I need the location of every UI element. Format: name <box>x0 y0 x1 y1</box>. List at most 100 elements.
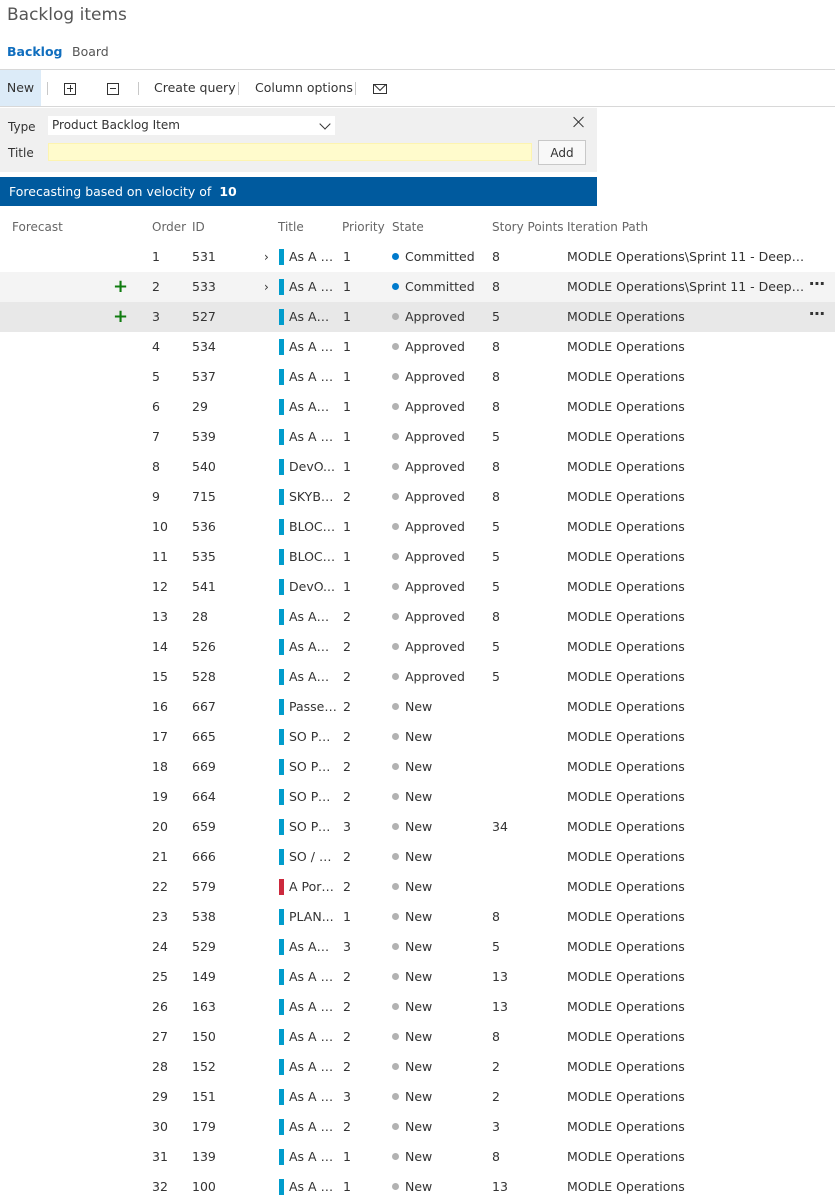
table-row[interactable]: 7 539 As A P... 1 Approved 5 MODLE Operations <box>0 422 835 452</box>
table-row[interactable]: 19 664 SO Po... 2 New MODLE Operations <box>0 782 835 812</box>
new-button[interactable]: New <box>0 70 41 106</box>
iteration-path-cell: MODLE Operations <box>567 849 685 864</box>
title-link[interactable]: As A P... <box>289 1112 337 1142</box>
create-query-button[interactable]: Create query <box>154 70 236 106</box>
story-points-cell: 8 <box>492 909 500 924</box>
title-link[interactable]: As A P... <box>289 1052 337 1082</box>
table-row[interactable]: 31 139 As A S... 1 New 8 MODLE Operations <box>0 1142 835 1172</box>
title-link[interactable]: As A P... <box>289 422 337 452</box>
table-row[interactable]: 24 529 As An ... 3 New 5 MODLE Operations <box>0 932 835 962</box>
table-row[interactable]: 6 29 As An ... 1 Approved 8 MODLE Operations <box>0 392 835 422</box>
table-row[interactable]: 16 667 Passen... 2 New MODLE Operations <box>0 692 835 722</box>
title-link[interactable]: DevO... <box>289 452 337 482</box>
state-dot-icon <box>392 703 399 710</box>
title-link[interactable]: As An ... <box>289 392 337 422</box>
email-button[interactable] <box>373 70 387 106</box>
table-row[interactable]: +3 527 As An ... 1 Approved 5 MODLE Operations… <box>0 302 835 332</box>
table-row[interactable]: 12 541 DevO... 1 Approved 5 MODLE Operations <box>0 572 835 602</box>
table-row[interactable]: 15 528 As An ... 2 Approved 5 MODLE Operations <box>0 662 835 692</box>
title-link[interactable]: As A S... <box>289 1172 337 1200</box>
title-link[interactable]: As An ... <box>289 632 337 662</box>
column-header-priority[interactable]: Priority <box>342 220 385 234</box>
chevron-right-icon[interactable]: › <box>264 272 269 302</box>
table-row[interactable]: 11 535 BLOCK... 1 Approved 5 MODLE Operations <box>0 542 835 572</box>
column-header-order[interactable]: Order <box>152 220 186 234</box>
title-link[interactable]: As A S... <box>289 332 337 362</box>
title-link[interactable]: SO Po... <box>289 812 337 842</box>
table-row[interactable]: 22 579 A Port... 2 New MODLE Operations <box>0 872 835 902</box>
add-button[interactable]: Add <box>538 140 586 165</box>
title-link[interactable]: As A P... <box>289 1022 337 1052</box>
column-header-title[interactable]: Title <box>278 220 304 234</box>
more-actions-icon[interactable]: ⋯ <box>809 299 825 329</box>
title-link[interactable]: As An ... <box>289 662 337 692</box>
type-dropdown[interactable]: Product Backlog Item <box>48 116 335 135</box>
table-row[interactable]: 28 152 As A P... 2 New 2 MODLE Operations <box>0 1052 835 1082</box>
column-header-state[interactable]: State <box>392 220 424 234</box>
title-link[interactable]: As A P... <box>289 962 337 992</box>
column-header-iteration-path[interactable]: Iteration Path <box>567 220 648 234</box>
priority-cell: 2 <box>343 879 351 894</box>
title-link[interactable]: As A P... <box>289 992 337 1022</box>
table-row[interactable]: 13 28 As An ... 2 Approved 8 MODLE Operations <box>0 602 835 632</box>
title-link[interactable]: As A S... <box>289 362 337 392</box>
table-row[interactable]: 9 715 SKYBU... 2 Approved 8 MODLE Operations <box>0 482 835 512</box>
title-link[interactable]: DevO... <box>289 572 337 602</box>
chevron-right-icon[interactable]: › <box>264 242 269 272</box>
title-link[interactable]: SO Po... <box>289 722 337 752</box>
table-row[interactable]: 17 665 SO Po... 2 New MODLE Operations <box>0 722 835 752</box>
order-cell: 17 <box>152 729 168 744</box>
table-row[interactable]: 8 540 DevO... 1 Approved 8 MODLE Operations <box>0 452 835 482</box>
column-options-button[interactable]: Column options <box>255 70 353 106</box>
column-header-story-points[interactable]: Story Points <box>492 220 564 234</box>
tab-board[interactable]: Board <box>72 44 109 59</box>
table-row[interactable]: 27 150 As A P... 2 New 8 MODLE Operations <box>0 1022 835 1052</box>
title-link[interactable]: SO Po... <box>289 752 337 782</box>
table-row[interactable]: 1 531 › As A S... 1 Committed 8 MODLE Operation… <box>0 242 835 272</box>
table-row[interactable]: 25 149 As A P... 2 New 13 MODLE Operations <box>0 962 835 992</box>
title-link[interactable]: SKYBU... <box>289 482 337 512</box>
state-cell: Committed <box>392 242 475 272</box>
title-link[interactable]: As A P... <box>289 1082 337 1112</box>
title-link[interactable]: As An ... <box>289 302 337 332</box>
table-row[interactable]: 26 163 As A P... 2 New 13 MODLE Operations <box>0 992 835 1022</box>
title-input[interactable] <box>48 143 532 161</box>
title-link[interactable]: As An ... <box>289 932 337 962</box>
title-link[interactable]: BLOCK... <box>289 542 337 572</box>
table-row[interactable]: 14 526 As An ... 2 Approved 5 MODLE Operations <box>0 632 835 662</box>
more-actions-icon[interactable]: ⋯ <box>809 269 825 299</box>
state-cell: New <box>392 962 432 992</box>
title-link[interactable]: As A S... <box>289 1142 337 1172</box>
table-row[interactable]: 10 536 BLOCK... 1 Approved 5 MODLE Operations <box>0 512 835 542</box>
title-link[interactable]: As A S... <box>289 272 337 302</box>
table-row[interactable]: 18 669 SO Po... 2 New MODLE Operations <box>0 752 835 782</box>
title-link[interactable]: A Port... <box>289 872 337 902</box>
column-header-forecast[interactable]: Forecast <box>12 220 63 234</box>
state-cell: New <box>392 1112 432 1142</box>
table-row[interactable]: +2 533 › As A S... 1 Committed 8 MODLE Operatio… <box>0 272 835 302</box>
table-row[interactable]: 30 179 As A P... 2 New 3 MODLE Operations <box>0 1112 835 1142</box>
add-child-plus-icon[interactable]: + <box>113 272 128 302</box>
title-link[interactable]: As A S... <box>289 242 337 272</box>
table-row[interactable]: 21 666 SO / E... 2 New MODLE Operations <box>0 842 835 872</box>
state-dot-icon <box>392 643 399 650</box>
add-child-plus-icon[interactable]: + <box>113 302 128 332</box>
table-row[interactable]: 20 659 SO Po... 3 New 34 MODLE Operations <box>0 812 835 842</box>
tab-backlog[interactable]: Backlog <box>7 44 63 59</box>
expand-all-button[interactable] <box>64 70 76 106</box>
table-row[interactable]: 4 534 As A S... 1 Approved 8 MODLE Operations <box>0 332 835 362</box>
table-row[interactable]: 29 151 As A P... 3 New 2 MODLE Operations <box>0 1082 835 1112</box>
table-row[interactable]: 32 100 As A S... 1 New 13 MODLE Operations <box>0 1172 835 1200</box>
title-link[interactable]: SO / E... <box>289 842 337 872</box>
title-link[interactable]: SO Po... <box>289 782 337 812</box>
table-row[interactable]: 23 538 PLAN... 1 New 8 MODLE Operations <box>0 902 835 932</box>
state-dot-icon <box>392 973 399 980</box>
title-link[interactable]: PLAN... <box>289 902 337 932</box>
column-header-id[interactable]: ID <box>192 220 205 234</box>
title-link[interactable]: As An ... <box>289 602 337 632</box>
title-link[interactable]: BLOCK... <box>289 512 337 542</box>
title-link[interactable]: Passen... <box>289 692 337 722</box>
table-row[interactable]: 5 537 As A S... 1 Approved 8 MODLE Operations <box>0 362 835 392</box>
close-icon[interactable] <box>572 115 586 129</box>
collapse-all-button[interactable] <box>107 70 119 106</box>
